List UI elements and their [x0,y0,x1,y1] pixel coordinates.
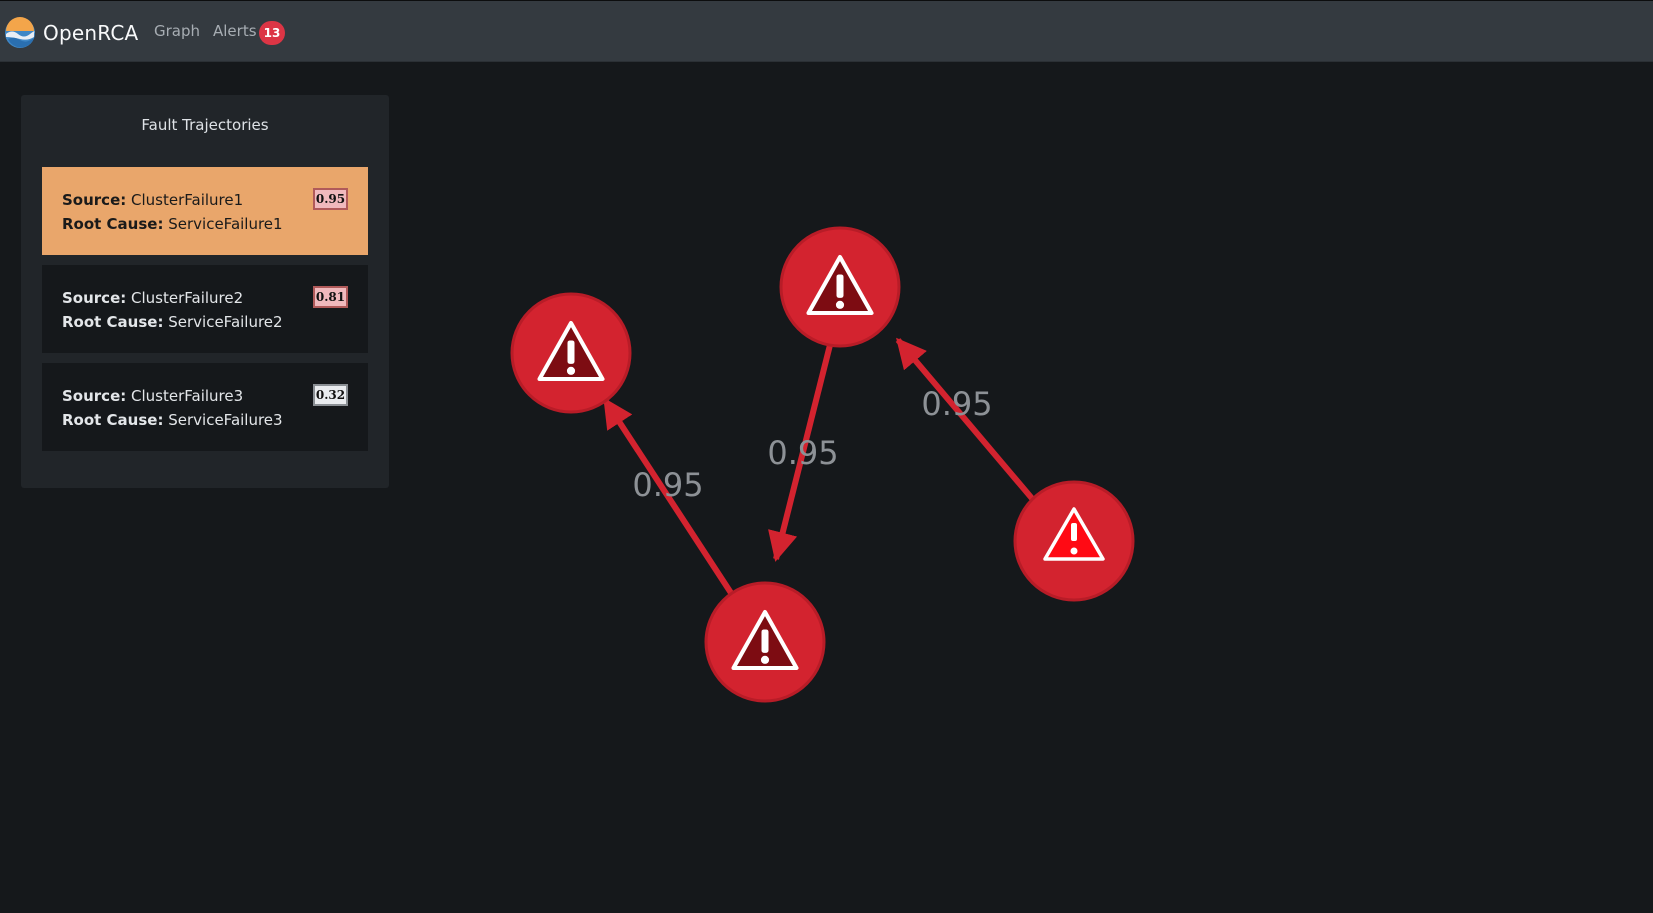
source-value: ClusterFailure2 [131,289,244,307]
root-cause-value: ServiceFailure3 [168,411,283,429]
source-value: ClusterFailure3 [131,387,244,405]
trajectory-root-cause: Root Cause: ServiceFailure2 [62,313,283,331]
top-navbar: OpenRCA Graph Alerts 13 [0,0,1653,62]
warning-dot [1070,547,1078,555]
edge-label: 0.95 [632,466,703,504]
source-label: Source: [62,289,127,307]
root-cause-value: ServiceFailure1 [168,215,283,233]
fault-trajectories-panel: Fault Trajectories Source: ClusterFailur… [21,95,389,488]
graph-node[interactable] [510,292,632,414]
trajectory-item-3[interactable]: Source: ClusterFailure3 Root Cause: Serv… [42,363,368,451]
root-cause-label: Root Cause: [62,215,164,233]
openrca-logo-icon [5,17,35,48]
graph-node[interactable] [704,581,826,703]
trajectory-item-1[interactable]: Source: ClusterFailure1 Root Cause: Serv… [42,167,368,255]
trajectory-source: Source: ClusterFailure3 [62,387,243,405]
trajectory-source: Source: ClusterFailure1 [62,191,243,209]
trajectory-root-cause: Root Cause: ServiceFailure1 [62,215,283,233]
root-cause-label: Root Cause: [62,313,164,331]
alerts-count-badge[interactable]: 13 [259,21,285,45]
edge-label: 0.95 [921,385,992,423]
root-cause-value: ServiceFailure2 [168,313,283,331]
trajectory-item-2[interactable]: Source: ClusterFailure2 Root Cause: Serv… [42,265,368,353]
graph-node[interactable] [779,226,901,348]
fault-graph-canvas[interactable]: 0.95 0.95 0.95 [400,62,1653,913]
warning-mark [1071,523,1077,541]
panel-title: Fault Trajectories [141,116,269,134]
graph-node[interactable] [1013,480,1135,602]
trajectory-root-cause: Root Cause: ServiceFailure3 [62,411,283,429]
source-value: ClusterFailure1 [131,191,244,209]
nav-alerts-link[interactable]: Alerts [213,22,257,40]
trajectory-score: 0.81 [313,286,348,308]
trajectory-score: 0.32 [313,384,348,406]
root-cause-label: Root Cause: [62,411,164,429]
edge-label: 0.95 [767,434,838,472]
trajectory-score: 0.95 [313,188,348,210]
source-label: Source: [62,191,127,209]
trajectory-source: Source: ClusterFailure2 [62,289,243,307]
brand-name: OpenRCA [43,21,139,45]
source-label: Source: [62,387,127,405]
nav-graph-link[interactable]: Graph [154,22,200,40]
brand[interactable]: OpenRCA [4,17,138,49]
